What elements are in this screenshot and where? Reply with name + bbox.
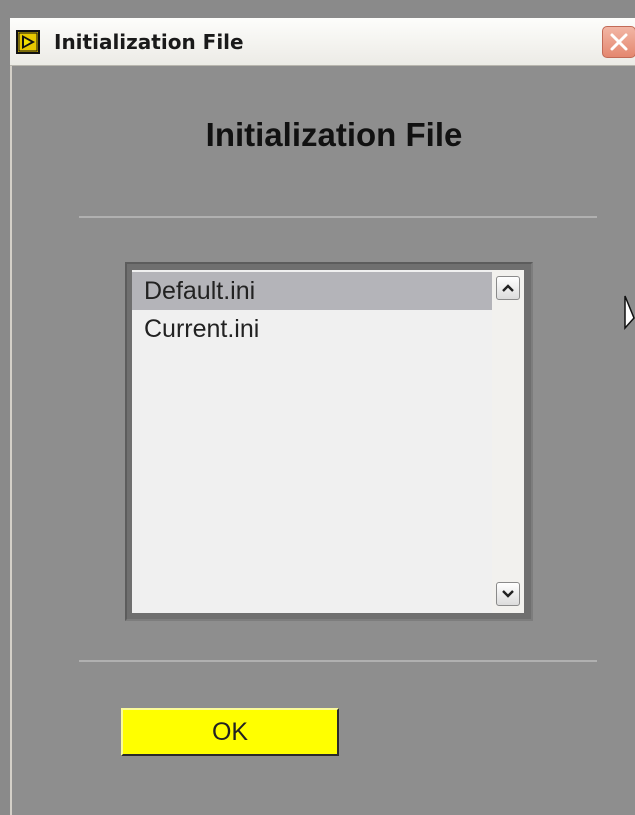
close-button[interactable] [602, 26, 635, 58]
close-icon [610, 33, 628, 51]
list-item-current-ini[interactable]: Current.ini [132, 310, 492, 348]
mouse-cursor-icon [624, 295, 635, 330]
file-listbox[interactable]: Default.ini Current.ini [132, 270, 524, 613]
labview-run-icon [16, 30, 40, 54]
bottom-divider [79, 660, 597, 662]
chevron-down-icon [502, 590, 514, 598]
window-title: Initialization File [54, 30, 244, 54]
scroll-up-button[interactable] [496, 276, 520, 300]
ok-button[interactable]: OK [121, 708, 339, 756]
chevron-up-icon [502, 284, 514, 292]
title-bar[interactable]: Initialization File [10, 18, 635, 66]
top-divider [79, 216, 597, 218]
scroll-down-button[interactable] [496, 582, 520, 606]
dialog-heading: Initialization File [205, 116, 463, 153]
list-item-default-ini[interactable]: Default.ini [132, 272, 492, 310]
listbox-scrollbar[interactable] [492, 270, 524, 613]
